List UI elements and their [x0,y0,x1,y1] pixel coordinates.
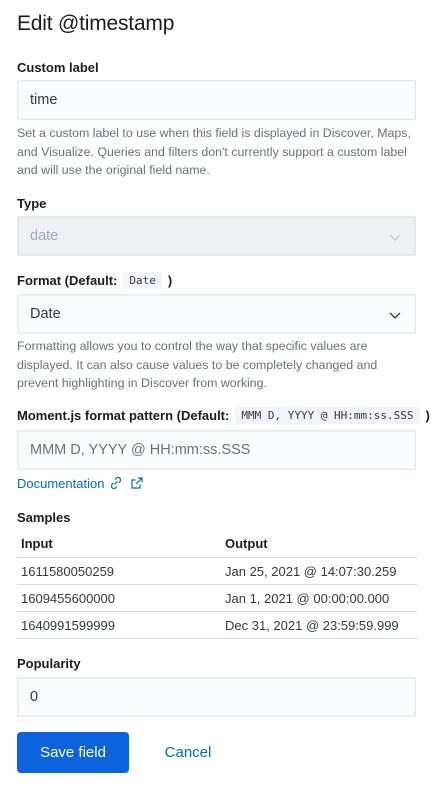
samples-label: Samples [17,510,71,525]
type-select: date [17,216,416,256]
sample-input: 1640991599999 [17,611,221,639]
format-value: Date [30,306,61,322]
format-label-suffix: ) [167,273,173,288]
table-row: 1640991599999 Dec 31, 2021 @ 23:59:59.99… [17,611,417,639]
format-default-code: Date [123,272,162,289]
external-link-icon [131,477,144,489]
sample-output: Jan 1, 2021 @ 00:00:00.000 [221,584,417,612]
pattern-default-code: MMM D, YYYY @ HH:mm:ss.SSS [235,407,420,424]
type-value: date [30,228,59,244]
pattern-label: Moment.js format pattern (Default: MMM D… [17,407,430,424]
sample-input: 1609455600000 [17,584,221,612]
page-title: Edit @timestamp [17,12,175,35]
type-label: Type [17,196,47,211]
pattern-input[interactable]: MMM D, YYYY @ HH:mm:ss.SSS [17,430,416,470]
column-header-output: Output [221,530,417,558]
column-header-input: Input [17,530,221,558]
custom-label-help: Set a custom label to use when this fiel… [17,126,411,177]
documentation-link[interactable]: Documentation [17,475,144,491]
format-help: Formatting allows you to control the way… [17,339,378,390]
sample-output: Jan 25, 2021 @ 14:07:30.259 [221,557,417,585]
format-label-text: Format (Default: [17,273,118,288]
chevron-down-icon [389,312,401,319]
format-label: Format (Default: Date ) [17,272,172,289]
format-select[interactable]: Date [17,294,416,334]
table-row: 1609455600000 Jan 1, 2021 @ 00:00:00.000 [17,584,417,612]
pattern-label-suffix: ) [425,408,430,423]
documentation-link-text: Documentation [17,475,105,491]
table-header-row: Input Output [17,530,417,558]
link-icon [111,476,122,490]
table-row: 1611580050259 Jan 25, 2021 @ 14:07:30.25… [17,557,417,585]
samples-table: Input Output 1611580050259 Jan 25, 2021 … [17,530,417,639]
pattern-label-text: Moment.js format pattern (Default: [17,408,230,423]
sample-output: Dec 31, 2021 @ 23:59:59.999 [221,611,417,639]
chevron-down-icon [389,234,401,241]
custom-label-input[interactable]: time [17,80,416,120]
cancel-button[interactable]: Cancel [142,732,234,773]
popularity-input[interactable]: 0 [17,677,416,717]
save-field-button[interactable]: Save field [17,732,129,773]
popularity-label: Popularity [17,656,81,671]
sample-input: 1611580050259 [17,557,221,585]
custom-label-label: Custom label [17,60,99,75]
